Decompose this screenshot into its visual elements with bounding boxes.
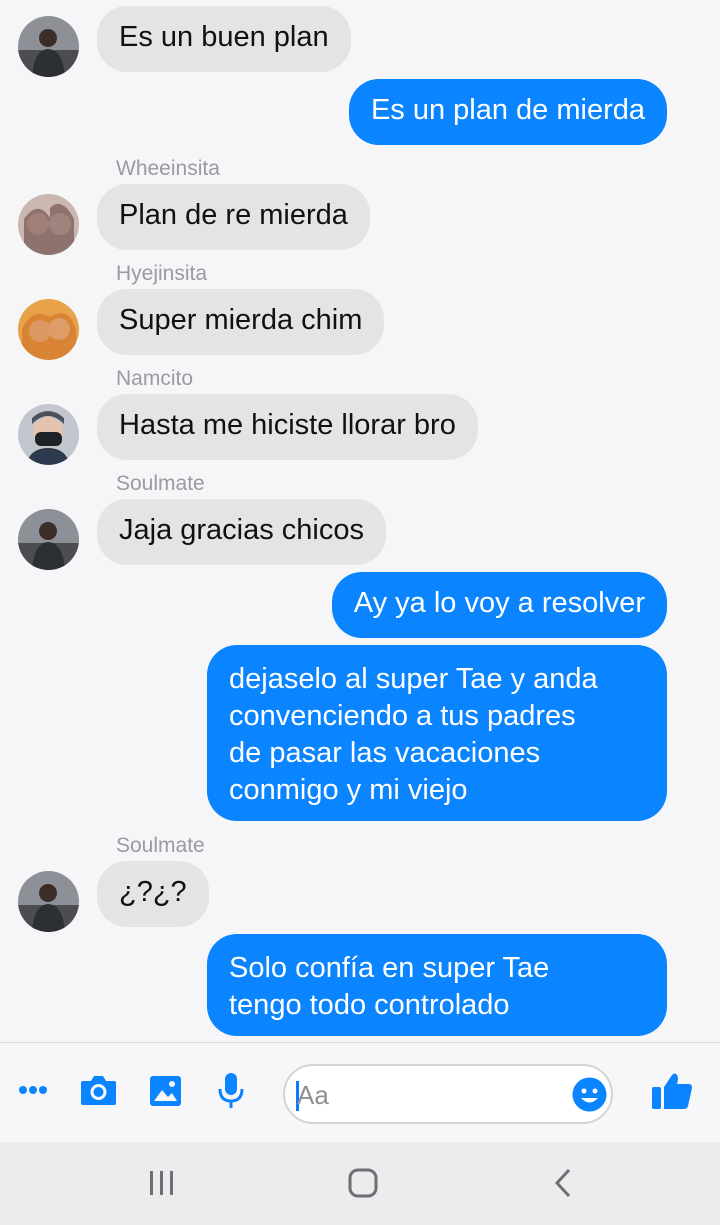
message-bubble[interactable]: Es un buen plan <box>97 6 351 72</box>
avatar-soulmate[interactable] <box>18 509 79 570</box>
sender-name: Hyejinsita <box>116 262 208 285</box>
message-bubble[interactable]: Jaja gracias chicos <box>97 499 386 565</box>
message-input[interactable]: Aa <box>283 1064 613 1124</box>
avatar-namcito[interactable] <box>18 404 79 465</box>
message-bubble[interactable]: Super mierda chim <box>97 289 385 355</box>
microphone-icon[interactable] <box>218 1072 244 1115</box>
thumbs-up-icon[interactable] <box>651 1072 693 1115</box>
avatar-wheeinsita[interactable] <box>18 194 79 255</box>
sender-name: Soulmate <box>116 472 205 495</box>
sender-name: Namcito <box>116 367 194 390</box>
recent-apps-icon[interactable] <box>148 1170 176 1201</box>
message-bubble-sent[interactable]: dejaselo al super Tae y anda convenciend… <box>207 645 667 821</box>
back-icon[interactable] <box>553 1168 573 1203</box>
conversation-area: Es un buen plan Es un plan de mierda Whe… <box>0 0 720 1042</box>
message-input-placeholder: Aa <box>297 1080 329 1110</box>
message-bubble[interactable]: Plan de re mierda <box>97 184 370 250</box>
message-bubble[interactable]: Hasta me hiciste llorar bro <box>97 394 478 460</box>
sender-name: Soulmate <box>116 834 205 857</box>
avatar-hyejinsita[interactable] <box>18 299 79 360</box>
avatar-soulmate[interactable] <box>18 16 79 77</box>
emoji-icon[interactable] <box>572 1077 607 1117</box>
home-icon[interactable] <box>348 1168 378 1203</box>
message-bubble-sent[interactable]: Ay ya lo voy a resolver <box>331 572 667 638</box>
avatar-soulmate[interactable] <box>18 871 79 932</box>
sender-name: Wheeinsita <box>116 157 220 180</box>
message-bubble-sent[interactable]: Es un plan de mierda <box>348 79 667 145</box>
gallery-icon[interactable] <box>149 1075 182 1112</box>
system-navigation-bar <box>0 1142 720 1225</box>
message-bubble-sent[interactable]: Solo confía en super Tae tengo todo cont… <box>207 934 667 1036</box>
message-bubble[interactable]: ¿?¿? <box>97 861 209 927</box>
more-icon[interactable] <box>18 1083 48 1101</box>
message-composer: Aa <box>0 1042 720 1143</box>
camera-icon[interactable] <box>80 1074 117 1111</box>
